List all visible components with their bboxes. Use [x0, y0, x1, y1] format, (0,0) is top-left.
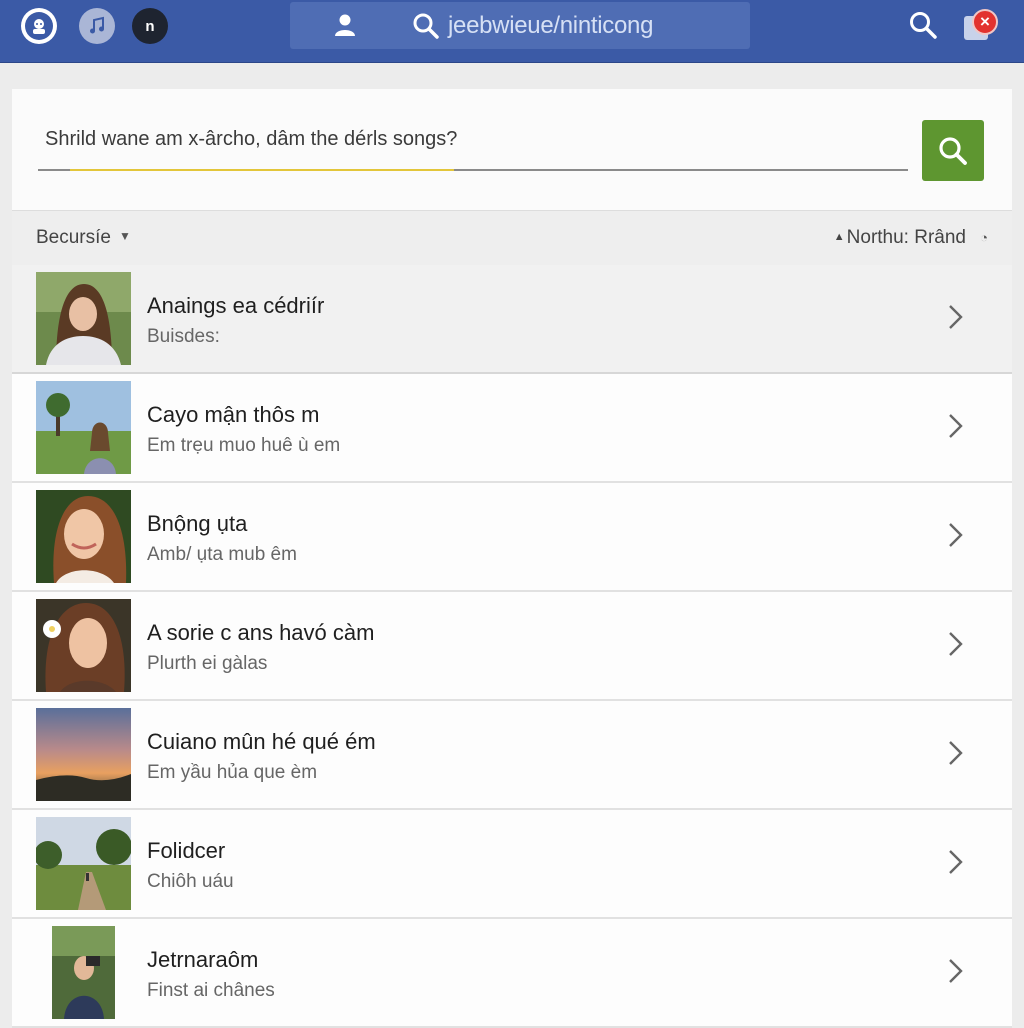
search-icon — [412, 12, 440, 45]
song-title: Folidcer — [147, 838, 226, 863]
caret-down-icon: ▼ — [118, 229, 131, 243]
song-subtitle: Chiôh uáu — [147, 871, 234, 892]
chevron-right-icon[interactable] — [946, 303, 966, 336]
search-button[interactable] — [922, 120, 984, 181]
chevron-right-icon[interactable] — [946, 412, 966, 445]
top-bar: n jeebwieue/ninticong × — [0, 0, 1024, 63]
search-icon — [939, 136, 967, 165]
song-subtitle: Em yầu hủa que èm — [147, 762, 318, 783]
sort-order-toggle[interactable]: ▲ Northu: Rrând — [834, 227, 966, 249]
list-item[interactable]: Cuiano mûn hé qué ém Em yầu hủa que èm — [12, 701, 1012, 810]
top-search-field[interactable]: jeebwieue/ninticong — [290, 2, 750, 49]
song-search-input[interactable]: Shrild wane am x-ârcho, dâm the dérls so… — [45, 128, 457, 151]
notifications-button[interactable]: × — [962, 8, 1002, 46]
song-list: Anaings ea cédriír Buisdes: Cayo mận thô… — [12, 265, 1012, 1028]
list-item[interactable]: Folidcer Chiôh uáu — [12, 810, 1012, 919]
thumbnail-image — [36, 708, 131, 801]
main-card: Shrild wane am x-ârcho, dâm the dérls so… — [12, 89, 1012, 1028]
list-item[interactable]: Anaings ea cédriír Buisdes: — [12, 265, 1012, 374]
sort-dropdown-label: Becursíe — [36, 227, 111, 248]
song-subtitle: Finst ai chânes — [147, 980, 275, 1001]
notification-badge: × — [972, 9, 998, 35]
song-title: Cayo mận thôs m — [147, 402, 320, 427]
top-search-text: jeebwieue/ninticong — [448, 12, 654, 39]
profile-n-button[interactable]: n — [132, 8, 168, 44]
sort-order-label: Northu: Rrând — [846, 227, 966, 248]
thumbnail-image — [36, 817, 131, 910]
list-item[interactable]: Jetrnaraôm Finst ai chânes — [12, 919, 1012, 1028]
thumbnail-image — [36, 490, 131, 583]
list-item[interactable]: Cayo mận thôs m Em trẹu muo huê ù em — [12, 374, 1012, 483]
caret-up-icon: ▲ — [833, 231, 845, 243]
song-subtitle: Amb/ ụta mub êm — [147, 544, 297, 565]
thumbnail-image — [36, 272, 131, 365]
search-input-underline — [38, 169, 908, 171]
search-icon[interactable] — [908, 10, 938, 45]
song-subtitle: Plurth ei gàlas — [147, 653, 268, 674]
person-icon[interactable] — [332, 12, 358, 43]
chevron-right-icon[interactable] — [946, 848, 966, 881]
music-note-icon[interactable] — [79, 8, 115, 44]
app-logo-icon[interactable] — [21, 8, 57, 44]
sort-bar: Becursíe ▼ ▲ Northu: Rrând ◔ — [12, 210, 1012, 266]
song-title: Jetrnaraôm — [147, 947, 259, 972]
info-icon[interactable]: ◔ — [980, 230, 988, 245]
song-subtitle: Em trẹu muo huê ù em — [147, 435, 341, 456]
thumbnail-image — [52, 926, 115, 1019]
song-subtitle: Buisdes: — [147, 326, 220, 347]
chevron-right-icon[interactable] — [946, 521, 966, 554]
list-item[interactable]: A sorie c ans havó càm Plurth ei gàlas — [12, 592, 1012, 701]
thumbnail-image — [36, 599, 131, 692]
song-title: Cuiano mûn hé qué ém — [147, 729, 376, 754]
chevron-right-icon[interactable] — [946, 739, 966, 772]
sort-dropdown[interactable]: Becursíe ▼ — [36, 227, 131, 249]
chevron-right-icon[interactable] — [946, 630, 966, 663]
list-item[interactable]: Bnộng ụta Amb/ ụta mub êm — [12, 483, 1012, 592]
chevron-right-icon[interactable] — [946, 957, 966, 990]
song-title: A sorie c ans havó càm — [147, 620, 375, 645]
song-search-area: Shrild wane am x-ârcho, dâm the dérls so… — [12, 89, 1012, 210]
song-title: Anaings ea cédriír — [147, 293, 325, 318]
search-focus-indicator — [70, 169, 454, 171]
song-title: Bnộng ụta — [147, 511, 248, 536]
thumbnail-image — [36, 381, 131, 474]
